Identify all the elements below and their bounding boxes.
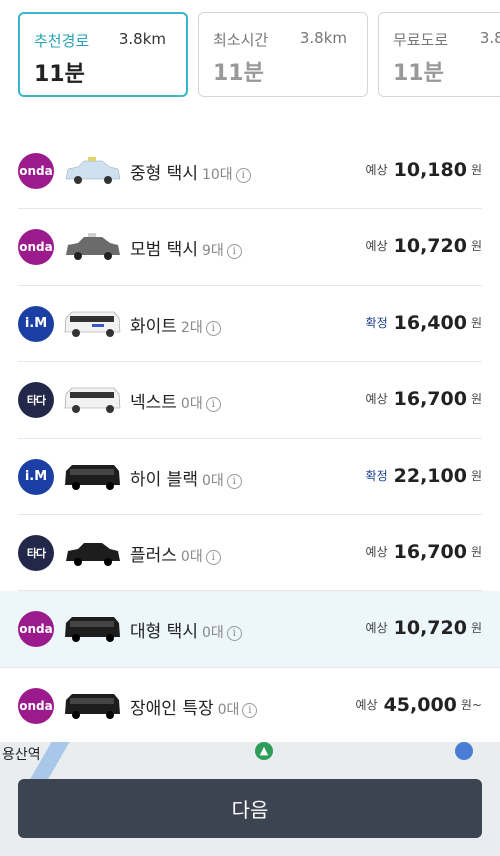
taxi-option-row[interactable]: onda 장애인 특장 0대 i 예상 45,000 원~ [18,668,482,744]
route-tabs: 추천경로 3.8km 11분 최소시간 3.8km 11분 무료도로 3.8km… [0,0,500,120]
onda-logo: onda [18,611,54,648]
route-tab-name: 무료도로 [393,31,449,49]
tada-logo: 타다 [18,534,54,571]
taxi-option-row-selected[interactable]: onda 대형 택시 0대 i 예상 10,720 원 [0,591,500,668]
info-icon[interactable]: i [242,702,258,718]
price-label: 예상 [365,544,388,559]
route-tab-name: 추천경로 [34,32,90,50]
price-amount: 16,700 [393,388,467,411]
taxi-count: 2대 [180,319,203,336]
im-logo: i.M [18,458,54,495]
price-amount: 10,720 [393,617,467,640]
route-tab-free-road[interactable]: 무료도로 3.8km 11분 [378,12,500,97]
van-icon [65,464,120,490]
map-station-label: 용산역 [2,747,41,763]
price-label: 예상 [365,621,388,636]
taxi-option-row[interactable]: i.M 하이 블랙 0대 i 확정 22,100 원 [18,439,482,515]
taxi-option-list: onda 중형 택시 10대 i 예상 10,180 원 onda 모범 택시 9대 i 예… [0,133,500,744]
price-label: 확정 [365,315,388,330]
price-unit: 원 [470,544,482,559]
subway-pin-icon: ▲ [255,742,273,760]
taxi-count: 9대 [201,243,224,260]
taxi-option-row[interactable]: 타다 넥스트 0대 i 예상 16,700 원 [18,362,482,439]
taxi-option-name: 화이트 [130,316,177,337]
van-icon [65,617,120,643]
price-unit: 원 [470,392,482,407]
info-icon[interactable]: i [235,168,251,183]
price-amount: 10,720 [393,235,467,258]
taxi-option-row[interactable]: i.M 화이트 2대 i 확정 16,400 원 [18,286,482,363]
price-amount: 45,000 [383,693,457,716]
next-button[interactable]: 다음 [18,779,482,838]
car-icon [66,542,120,566]
price-amount: 16,400 [393,311,467,334]
taxi-option-name: 모범 택시 [130,240,198,261]
route-tab-time: 11분 [213,61,264,86]
taxi-count: 10대 [201,167,233,183]
price-unit: 원 [470,621,482,636]
route-tab-recommended[interactable]: 추천경로 3.8km 11분 [18,12,188,97]
info-icon[interactable]: i [205,397,221,413]
taxi-count: 0대 [180,396,203,413]
price-amount: 22,100 [393,464,467,487]
route-tab-time: 11분 [393,61,444,86]
van-icon [65,693,120,719]
van-icon [64,387,121,414]
price-unit: 원~ [460,697,482,712]
price-label: 예상 [365,239,388,254]
price-unit: 원 [470,315,482,330]
car-icon [65,157,121,184]
price-unit: 원 [470,468,482,483]
price-label: 예상 [365,392,388,407]
taxi-count: 0대 [217,701,240,718]
taxi-count: 0대 [201,625,224,642]
taxi-option-name: 중형 택시 [130,164,198,184]
route-tab-name: 최소시간 [213,31,269,49]
taxi-option-row[interactable]: onda 모범 택시 9대 i 예상 10,720 원 [18,209,482,286]
taxi-option-name: 장애인 특장 [130,698,214,719]
route-tab-distance: 3.8km [479,29,500,47]
price-amount: 10,180 [393,159,467,181]
taxi-option-row[interactable]: onda 중형 택시 10대 i 예상 10,180 원 [18,133,482,210]
price-label: 예상 [355,697,378,712]
info-icon[interactable]: i [205,320,221,336]
price-unit: 원 [470,163,482,177]
onda-logo: onda [18,687,54,724]
taxi-option-name: 대형 택시 [130,622,198,643]
route-tab-fastest[interactable]: 최소시간 3.8km 11분 [198,12,368,97]
onda-logo: onda [18,229,54,266]
route-tab-distance: 3.8km [299,29,347,47]
info-icon[interactable]: i [226,473,242,489]
onda-logo: onda [18,153,54,189]
info-icon[interactable]: i [226,244,242,260]
taxi-count: 0대 [201,472,224,489]
car-icon [66,233,120,261]
taxi-count: 0대 [180,548,203,565]
price-label: 예상 [365,163,388,177]
map-pin-icon [455,742,473,760]
price-label: 확정 [365,468,388,483]
route-tab-time: 11분 [34,62,85,87]
route-tab-distance: 3.8km [118,30,166,48]
im-logo: i.M [18,305,54,342]
taxi-option-name: 플러스 [130,545,177,566]
taxi-option-name: 넥스트 [130,393,177,414]
info-icon[interactable]: i [226,626,242,642]
price-amount: 16,700 [393,540,467,563]
taxi-option-name: 하이 블랙 [130,469,198,490]
price-unit: 원 [470,239,482,254]
van-icon [64,311,121,337]
tada-logo: 타다 [18,382,54,419]
info-icon[interactable]: i [205,549,221,565]
taxi-option-row[interactable]: 타다 플러스 0대 i 예상 16,700 원 [18,515,482,592]
